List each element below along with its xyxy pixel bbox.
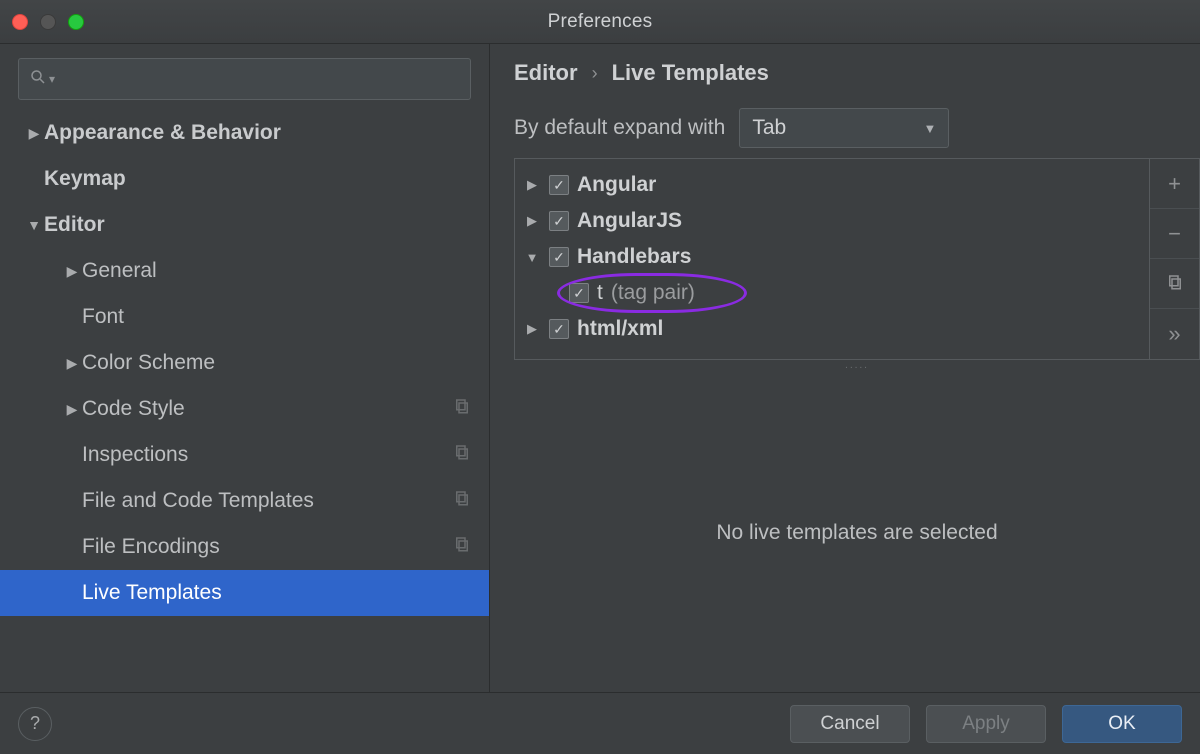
nav-item-label: Keymap (44, 167, 475, 191)
template-group-label: html/xml (577, 317, 663, 341)
disclosure-right-icon: ▶ (523, 213, 541, 229)
template-group-handlebars[interactable]: ▼ ✓ Handlebars (523, 239, 1143, 275)
dialog-buttons: ? Cancel Apply OK (0, 692, 1200, 754)
scheme-icon (453, 535, 475, 559)
checkbox[interactable]: ✓ (549, 319, 569, 339)
checkbox[interactable]: ✓ (569, 283, 589, 303)
template-group-angular[interactable]: ▶ ✓ Angular (523, 167, 1143, 203)
nav-item-live-templates[interactable]: Live Templates (0, 570, 489, 616)
nav-item-label: Appearance & Behavior (44, 121, 475, 145)
breadcrumb-section[interactable]: Editor (514, 60, 578, 86)
breadcrumb-separator-icon: › (592, 63, 598, 84)
nav-item-inspections[interactable]: Inspections (0, 432, 489, 478)
nav-item-label: Inspections (82, 443, 453, 467)
titlebar: Preferences (0, 0, 1200, 44)
disclosure-down-icon: ▼ (24, 217, 44, 233)
expand-with-combo[interactable]: Tab ▼ (739, 108, 949, 148)
disclosure-right-icon: ▶ (523, 177, 541, 193)
nav-item-label: Font (82, 305, 475, 329)
search-icon (29, 68, 47, 91)
nav-item-keymap[interactable]: Keymap (0, 156, 489, 202)
sidebar: ▾ ▶Appearance & BehaviorKeymap▼Editor▶Ge… (0, 44, 490, 692)
ok-button[interactable]: OK (1062, 705, 1182, 743)
template-item-desc: (tag pair) (611, 281, 695, 305)
templates-toolbar: + − » (1150, 158, 1200, 360)
template-group-label: Angular (577, 173, 656, 197)
nav-item-label: Code Style (82, 397, 453, 421)
template-group-label: AngularJS (577, 209, 682, 233)
nav-item-label: Editor (44, 213, 475, 237)
close-window-button[interactable] (12, 14, 28, 30)
scheme-icon (453, 489, 475, 513)
content-pane: Editor › Live Templates By default expan… (490, 44, 1200, 692)
disclosure-right-icon: ▶ (62, 355, 82, 372)
nav-item-file-and-code-templates[interactable]: File and Code Templates (0, 478, 489, 524)
nav-item-label: File Encodings (82, 535, 453, 559)
help-button[interactable]: ? (18, 707, 52, 741)
more-button[interactable]: » (1150, 309, 1199, 359)
checkbox[interactable]: ✓ (549, 211, 569, 231)
disclosure-down-icon: ▼ (523, 250, 541, 265)
add-button[interactable]: + (1150, 159, 1199, 209)
nav-item-font[interactable]: Font (0, 294, 489, 340)
nav-item-general[interactable]: ▶General (0, 248, 489, 294)
disclosure-right-icon: ▶ (62, 263, 82, 280)
search-dropdown-icon[interactable]: ▾ (49, 72, 55, 86)
cancel-button[interactable]: Cancel (790, 705, 910, 743)
nav-item-appearance-behavior[interactable]: ▶Appearance & Behavior (0, 110, 489, 156)
window-controls (12, 14, 84, 30)
nav-item-editor[interactable]: ▼Editor (0, 202, 489, 248)
checkbox[interactable]: ✓ (549, 247, 569, 267)
breadcrumb-page: Live Templates (612, 60, 769, 86)
checkbox[interactable]: ✓ (549, 175, 569, 195)
templates-empty-message: No live templates are selected (514, 373, 1200, 692)
nav-item-label: File and Code Templates (82, 489, 453, 513)
nav-item-label: General (82, 259, 475, 283)
apply-button[interactable]: Apply (926, 705, 1046, 743)
remove-button[interactable]: − (1150, 209, 1199, 259)
chevron-down-icon: ▼ (923, 121, 936, 136)
template-item-t[interactable]: ✓ t (tag pair) (523, 275, 1143, 311)
disclosure-right-icon: ▶ (24, 125, 44, 142)
settings-tree: ▶Appearance & BehaviorKeymap▼Editor▶Gene… (0, 110, 489, 692)
resize-grip-icon[interactable]: ∙∙∙∙∙ (514, 362, 1200, 373)
nav-item-color-scheme[interactable]: ▶Color Scheme (0, 340, 489, 386)
nav-item-label: Color Scheme (82, 351, 475, 375)
template-group-angularjs[interactable]: ▶ ✓ AngularJS (523, 203, 1143, 239)
template-group-label: Handlebars (577, 245, 691, 269)
expand-with-label: By default expand with (514, 116, 725, 140)
scheme-icon (453, 397, 475, 421)
disclosure-right-icon: ▶ (523, 321, 541, 337)
search-input[interactable]: ▾ (18, 58, 471, 100)
window-title: Preferences (0, 11, 1200, 33)
zoom-window-button[interactable] (68, 14, 84, 30)
nav-item-file-encodings[interactable]: File Encodings (0, 524, 489, 570)
minimize-window-button[interactable] (40, 14, 56, 30)
scheme-icon (453, 443, 475, 467)
copy-icon (1166, 271, 1184, 297)
nav-item-code-style[interactable]: ▶Code Style (0, 386, 489, 432)
expand-with-value: Tab (752, 116, 786, 140)
template-item-name: t (597, 281, 603, 305)
templates-tree[interactable]: ▶ ✓ Angular ▶ ✓ AngularJS ▼ ✓ Handlebars ✓ t (tag … (514, 158, 1150, 360)
disclosure-right-icon: ▶ (62, 401, 82, 418)
nav-item-label: Live Templates (82, 581, 475, 605)
duplicate-button[interactable] (1150, 259, 1199, 309)
template-group-html-xml[interactable]: ▶ ✓ html/xml (523, 311, 1143, 347)
breadcrumb: Editor › Live Templates (514, 60, 1200, 86)
